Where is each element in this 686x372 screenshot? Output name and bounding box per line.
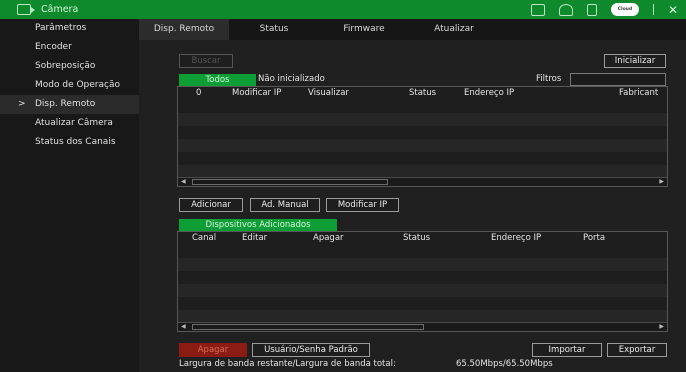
ad-manual-button[interactable]: Ad. Manual	[250, 198, 320, 212]
table-row[interactable]	[178, 126, 667, 139]
added-devices-table: Canal Editar Apagar Status Endereço IP P…	[177, 231, 668, 332]
inicializar-button[interactable]: Inicializar	[604, 54, 666, 68]
table-row[interactable]	[178, 113, 667, 126]
adicionar-button[interactable]: Adicionar	[179, 198, 243, 212]
column-header-apagar: Apagar	[313, 233, 344, 243]
divider	[652, 4, 654, 15]
sidebar-item-label: Atualizar Câmera	[35, 118, 113, 128]
tab-bar: Disp. Remoto Status Firmware Atualizar	[139, 19, 686, 40]
user-icon[interactable]	[558, 3, 573, 16]
table-row[interactable]	[178, 245, 667, 258]
table-header: 0 Modificar IP Visualizar Status Endereç…	[178, 87, 667, 100]
sidebar-item-label: Encoder	[35, 42, 72, 52]
bandwidth-label: Largura de banda restante/Largura de ban…	[179, 359, 396, 369]
table-header: Canal Editar Apagar Status Endereço IP P…	[178, 232, 667, 245]
buscar-button[interactable]: Buscar	[179, 54, 233, 68]
main-panel: Disp. Remoto Status Firmware Atualizar B…	[139, 19, 686, 372]
exportar-button[interactable]: Exportar	[607, 343, 667, 357]
table-row[interactable]	[178, 152, 667, 165]
cloud-icon[interactable]: Cloud	[610, 3, 639, 16]
importar-button[interactable]: Importar	[532, 343, 602, 357]
sidebar-item-encoder[interactable]: Encoder	[0, 38, 139, 57]
scroll-right-icon[interactable]: ▶	[659, 178, 664, 186]
sidebar: Parâmetros Encoder Sobreposição Modo de …	[0, 19, 139, 372]
horizontal-scrollbar[interactable]: ◀ ▶	[178, 177, 667, 186]
table-row[interactable]	[178, 139, 667, 152]
column-header-status: Status	[403, 233, 431, 243]
column-header-modificar-ip: Modificar IP	[232, 88, 282, 98]
usuario-senha-padrao-button[interactable]: Usuário/Senha Padrão	[252, 343, 370, 357]
tab-atualizar[interactable]: Atualizar	[409, 19, 499, 40]
sidebar-item-disp-remoto[interactable]: > Disp. Remoto	[0, 95, 139, 114]
logout-icon[interactable]	[586, 3, 597, 16]
sidebar-item-label: Sobreposição	[35, 61, 96, 71]
sidebar-item-parametros[interactable]: Parâmetros	[0, 19, 139, 38]
window-title: Câmera	[41, 4, 79, 15]
bandwidth-value: 65.50Mbps/65.50Mbps	[456, 359, 553, 369]
table-row[interactable]	[178, 258, 667, 271]
sidebar-item-label: Modo de Operação	[35, 80, 120, 90]
sidebar-item-status-canais[interactable]: Status dos Canais	[0, 133, 139, 152]
modificar-ip-button[interactable]: Modificar IP	[326, 198, 399, 212]
nao-inicializado-filter-tab[interactable]: Não inicializado	[258, 74, 325, 84]
scroll-left-icon[interactable]: ◀	[181, 178, 186, 186]
sidebar-item-atualizar-camera[interactable]: Atualizar Câmera	[0, 114, 139, 133]
sidebar-item-label: Parâmetros	[35, 23, 87, 33]
chevron-right-icon: >	[18, 99, 26, 109]
scroll-thumb[interactable]	[192, 324, 424, 330]
tab-firmware[interactable]: Firmware	[319, 19, 409, 40]
table-row[interactable]	[178, 284, 667, 297]
scroll-thumb[interactable]	[192, 179, 388, 185]
table-row[interactable]	[178, 297, 667, 310]
column-header-visualizar: Visualizar	[308, 88, 349, 98]
network-icon[interactable]	[530, 3, 545, 16]
tab-disp-remoto[interactable]: Disp. Remoto	[139, 19, 229, 40]
todos-filter-tab[interactable]: Todos	[179, 74, 256, 86]
column-header-fabricante: Fabricant	[619, 88, 659, 98]
scroll-left-icon[interactable]: ◀	[181, 323, 186, 331]
column-header-porta: Porta	[583, 233, 606, 243]
camera-icon	[17, 4, 35, 15]
column-header-status: Status	[409, 88, 437, 98]
sidebar-item-label: Disp. Remoto	[35, 99, 96, 109]
search-results-table: 0 Modificar IP Visualizar Status Endereç…	[177, 86, 668, 187]
scroll-right-icon[interactable]: ▶	[659, 323, 664, 331]
tab-status[interactable]: Status	[229, 19, 319, 40]
apagar-button[interactable]: Apagar	[179, 343, 247, 357]
filtros-label: Filtros	[536, 74, 562, 84]
filtros-input[interactable]	[570, 73, 666, 86]
table-row[interactable]	[178, 100, 667, 113]
horizontal-scrollbar[interactable]: ◀ ▶	[178, 322, 667, 331]
column-header-select[interactable]: 0	[196, 88, 201, 98]
sidebar-item-label: Status dos Canais	[35, 137, 116, 147]
sidebar-item-sobreposicao[interactable]: Sobreposição	[0, 57, 139, 76]
title-bar: Câmera Cloud ✕	[0, 0, 686, 19]
column-header-endereco-ip: Endereço IP	[491, 233, 542, 243]
dispositivos-adicionados-tab[interactable]: Dispositivos Adicionados	[179, 219, 337, 231]
close-icon[interactable]: ✕	[668, 3, 678, 17]
column-header-editar: Editar	[242, 233, 268, 243]
column-header-canal: Canal	[192, 233, 217, 243]
table-row[interactable]	[178, 271, 667, 284]
sidebar-item-modo-operacao[interactable]: Modo de Operação	[0, 76, 139, 95]
column-header-endereco-ip: Endereço IP	[464, 88, 515, 98]
